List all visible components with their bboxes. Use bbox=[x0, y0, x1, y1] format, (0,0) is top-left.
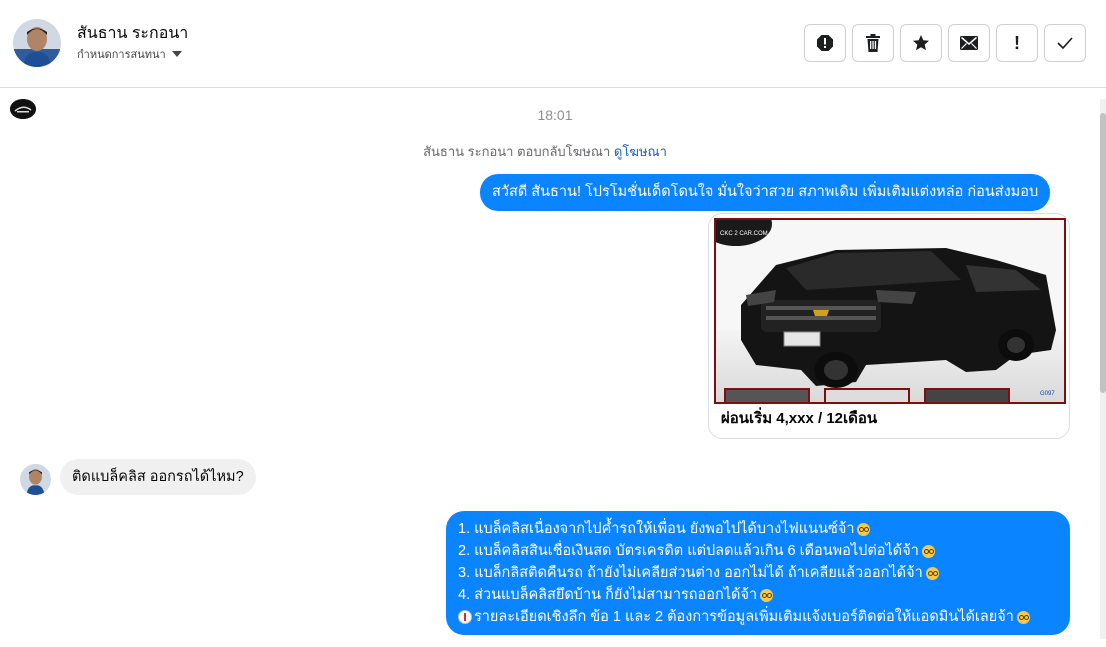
promo-card-image: CKC 2 CAR.COM G097 bbox=[714, 218, 1066, 404]
smile-emoji-icon bbox=[925, 566, 939, 580]
mark-unread-button[interactable] bbox=[948, 24, 990, 62]
star-icon bbox=[913, 35, 929, 51]
smile-emoji-icon bbox=[921, 544, 935, 558]
messenger-inbox: สันธาน ระกอนา กำหนดการสนทนา ! 18:01 สันธ… bbox=[0, 0, 1106, 647]
check-icon bbox=[1057, 37, 1073, 49]
delete-button[interactable] bbox=[852, 24, 894, 62]
reply-line: รายละเอียดเชิงลึก ข้อ 1 และ 2 ต้องการข้อ… bbox=[458, 606, 1058, 628]
message-timestamp: 18:01 bbox=[537, 107, 573, 123]
reply-line-text: 1. แบล็คลิสเนื่องจากไปค้ำรถให้เพื่อน ยัง… bbox=[458, 521, 855, 537]
mail-icon bbox=[960, 36, 978, 50]
report-icon bbox=[817, 35, 833, 51]
reply-line: 2. แบล็คลิสสินเชื่อเงินสด บัตรเครดิต แต่… bbox=[458, 540, 1058, 562]
ad-reply-text: สันธาน ระกอนา ตอบกลับโฆษณา bbox=[423, 144, 611, 159]
promo-card[interactable]: CKC 2 CAR.COM G097 ผ่อนเริ่ม 4,xxx / 12เ… bbox=[708, 213, 1070, 439]
report-button[interactable] bbox=[804, 24, 846, 62]
promo-card-title: ผ่อนเริ่ม 4,xxx / 12เดือน bbox=[721, 410, 878, 427]
outgoing-message-reply[interactable]: 1. แบล็คลิสเนื่องจากไปค้ำรถให้เพื่อน ยัง… bbox=[446, 511, 1070, 635]
header-actions: ! bbox=[804, 24, 1086, 62]
chat-scroll-thumb[interactable] bbox=[1100, 113, 1106, 393]
reply-line-text: 4. ส่วนแบล็คลิสยึดบ้าน ก็ยังไม่สามารถออก… bbox=[458, 587, 758, 603]
smile-emoji-icon bbox=[1016, 610, 1030, 624]
caret-down-icon bbox=[171, 51, 182, 57]
ad-reply-notice: สันธาน ระกอนา ตอบกลับโฆษณา ดูโฆษณา bbox=[0, 141, 1090, 162]
reply-line: 4. ส่วนแบล็คลิสยึดบ้าน ก็ยังไม่สามารถออก… bbox=[458, 584, 1058, 606]
reply-line-text: 2. แบล็คลิสสินเชื่อเงินสด บัตรเครดิต แต่… bbox=[458, 543, 919, 559]
view-ad-link[interactable]: ดูโฆษณา bbox=[614, 144, 667, 159]
exclamation-icon: ! bbox=[1014, 33, 1020, 53]
reply-line: 1. แบล็คลิสเนื่องจากไปค้ำรถให้เพื่อน ยัง… bbox=[458, 518, 1058, 540]
incoming-message-question[interactable]: ติดแบล็คลิส ออกรถได้ไหม? bbox=[60, 459, 256, 495]
chat-scrollbar[interactable] bbox=[1100, 99, 1106, 639]
contact-avatar[interactable] bbox=[13, 19, 61, 67]
card-brand-text: CKC 2 CAR.COM bbox=[720, 231, 768, 237]
card-stock-code: G097 bbox=[1040, 391, 1055, 397]
customer-avatar[interactable] bbox=[20, 464, 51, 495]
star-button[interactable] bbox=[900, 24, 942, 62]
message-thread[interactable]: 18:01 สันธาน ระกอนา ตอบกลับโฆษณา ดูโฆษณา… bbox=[0, 89, 1106, 647]
reply-line-text: 3. แบล็กลิสติดคืนรถ ถ้ายังไม่เคลียส่วนต่… bbox=[458, 565, 923, 581]
conversation-label-text: กำหนดการสนทนา bbox=[77, 49, 166, 61]
outgoing-message-greeting[interactable]: สวัสดี สันธาน! โปรโมชั่นเด็ดโดนใจ มั่นใจ… bbox=[480, 174, 1051, 211]
mark-spam-button[interactable]: ! bbox=[996, 24, 1038, 62]
reply-line-text: รายละเอียดเชิงลึก ข้อ 1 และ 2 ต้องการข้อ… bbox=[474, 609, 1014, 625]
trash-icon bbox=[866, 34, 880, 52]
info-icon bbox=[458, 610, 472, 624]
smile-emoji-icon bbox=[760, 588, 774, 602]
mark-done-button[interactable] bbox=[1044, 24, 1086, 62]
conversation-label-dropdown[interactable]: กำหนดการสนทนา bbox=[77, 45, 182, 63]
reply-line: 3. แบล็กลิสติดคืนรถ ถ้ายังไม่เคลียส่วนต่… bbox=[458, 562, 1058, 584]
smile-emoji-icon bbox=[857, 522, 871, 536]
contact-name: สันธาน ระกอนา bbox=[77, 25, 189, 42]
conversation-header: สันธาน ระกอนา กำหนดการสนทนา ! bbox=[0, 0, 1106, 88]
